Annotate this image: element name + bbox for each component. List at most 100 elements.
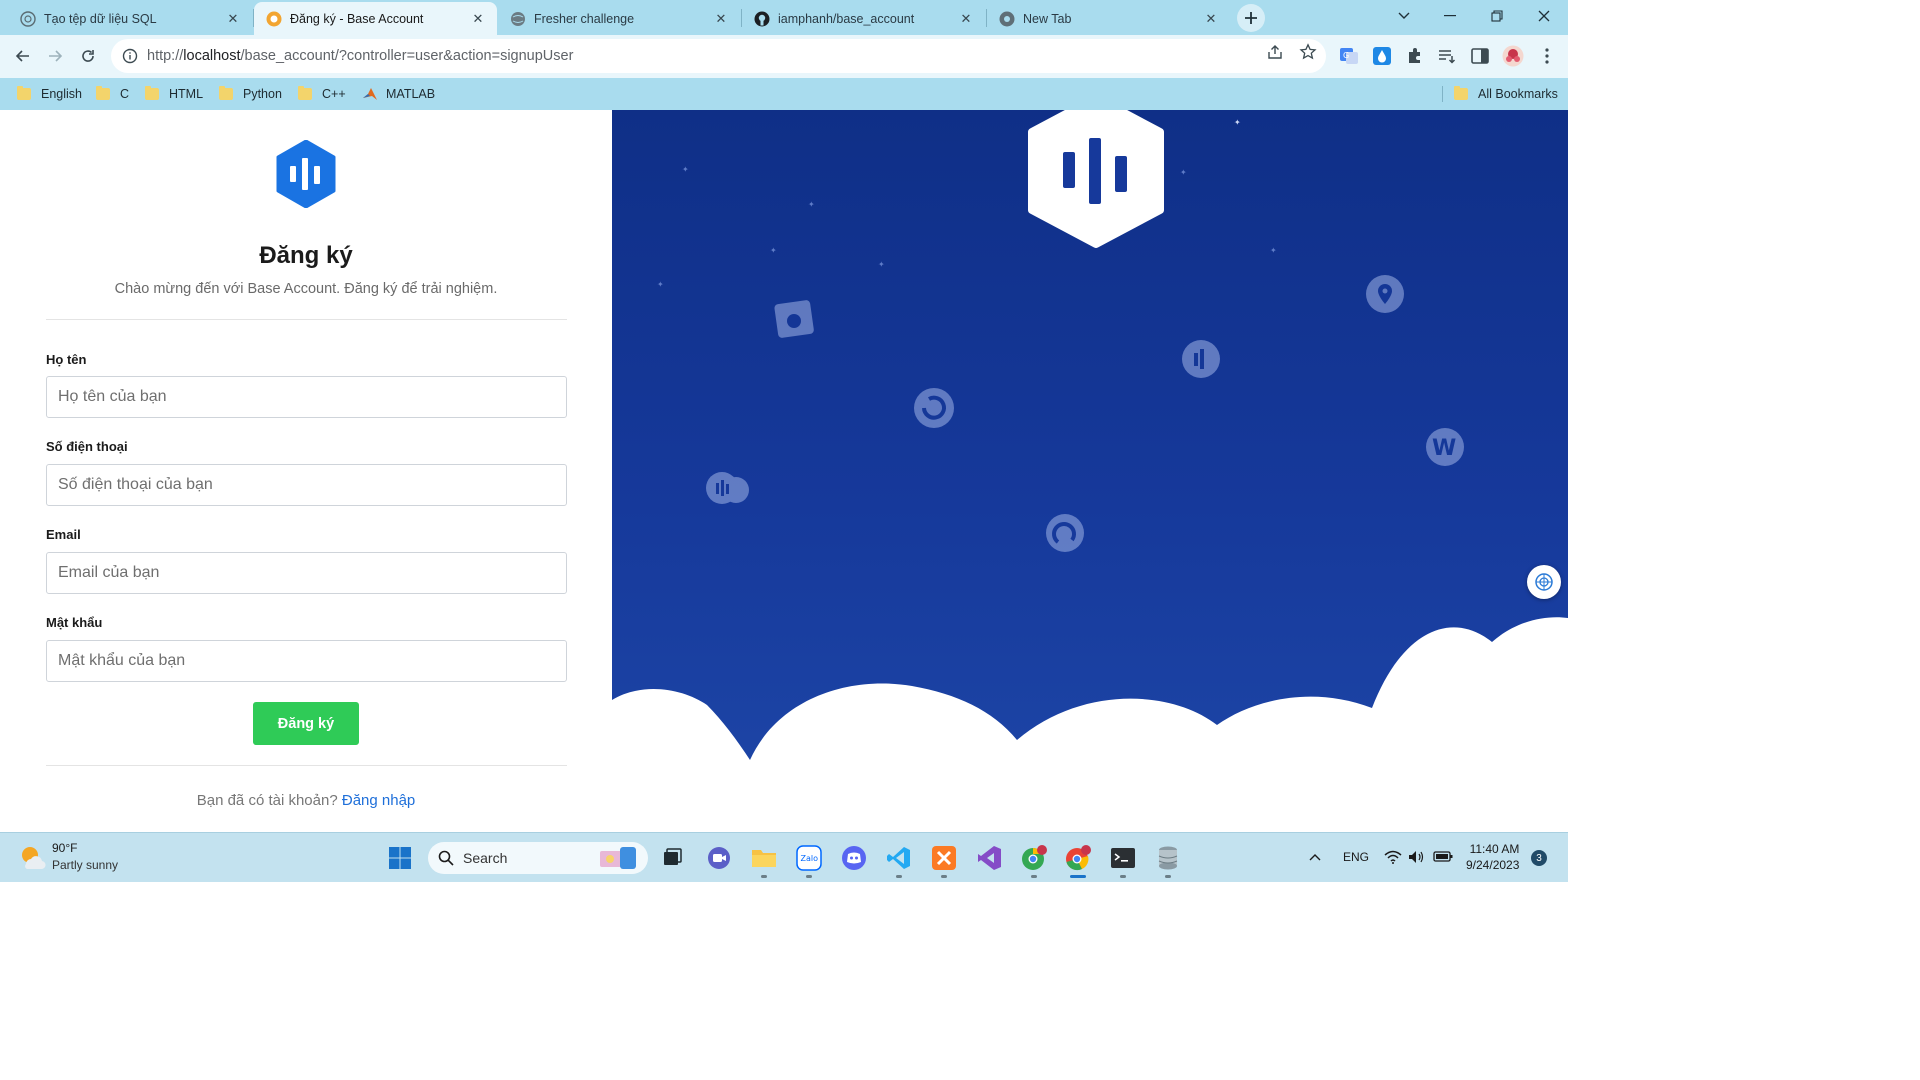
minimize-button[interactable] bbox=[1427, 0, 1473, 32]
address-bar[interactable]: http://localhost/base_account/?controlle… bbox=[111, 39, 1326, 73]
close-icon[interactable]: ✕ bbox=[469, 10, 487, 28]
phone-label: Số điện thoại bbox=[46, 439, 128, 454]
fullname-input[interactable] bbox=[46, 376, 567, 418]
plus-icon bbox=[1245, 12, 1257, 24]
tab-base-account[interactable]: Đăng ký - Base Account ✕ bbox=[254, 2, 497, 35]
folder-icon bbox=[298, 86, 312, 100]
back-button[interactable] bbox=[8, 41, 38, 71]
wifi-icon[interactable] bbox=[1384, 850, 1402, 864]
kebab-menu-icon[interactable] bbox=[1537, 46, 1557, 66]
clock-date: 9/24/2023 bbox=[1466, 858, 1520, 872]
chatgpt-icon bbox=[20, 10, 36, 27]
chrome-profile-button[interactable] bbox=[1019, 843, 1049, 878]
password-input[interactable] bbox=[46, 640, 567, 682]
bookmark-python[interactable]: Python bbox=[219, 84, 282, 104]
file-explorer-button[interactable] bbox=[749, 843, 779, 878]
database-icon bbox=[1158, 846, 1178, 870]
chrome-icon bbox=[999, 11, 1015, 26]
chatgpt-icon bbox=[1535, 573, 1553, 591]
visual-studio-icon bbox=[978, 846, 1001, 870]
tab-title: New Tab bbox=[1023, 11, 1072, 26]
close-icon[interactable]: ✕ bbox=[224, 10, 242, 28]
tab-title: Tạo tệp dữ liệu SQL bbox=[44, 11, 157, 26]
xampp-button[interactable] bbox=[929, 843, 959, 878]
taskbar: 90°F Partly sunny Search Zalo ENG 11:40 … bbox=[0, 832, 1568, 882]
bookmark-cpp[interactable]: C++ bbox=[298, 84, 346, 104]
chrome-active-button[interactable] bbox=[1063, 843, 1093, 878]
discord-button[interactable] bbox=[839, 843, 869, 873]
login-prompt: Bạn đã có tài khoản? Đăng nhập bbox=[196, 792, 416, 809]
language-indicator[interactable]: ENG bbox=[1343, 850, 1369, 864]
browser-toolbar: http://localhost/base_account/?controlle… bbox=[0, 35, 1568, 78]
chevron-up-icon[interactable] bbox=[1309, 853, 1321, 861]
bookmark-c[interactable]: C bbox=[96, 84, 129, 104]
weather-temp: 90°F bbox=[52, 841, 78, 855]
visual-studio-button[interactable] bbox=[974, 843, 1004, 873]
chrome-icon bbox=[1066, 845, 1091, 871]
ai-assistant-button[interactable] bbox=[1527, 565, 1561, 599]
email-input[interactable] bbox=[46, 552, 567, 594]
tab-fresher[interactable]: Fresher challenge ✕ bbox=[498, 2, 740, 35]
new-tab-button[interactable] bbox=[1237, 4, 1265, 32]
share-icon[interactable] bbox=[1266, 43, 1284, 61]
tab-sql[interactable]: Tạo tệp dữ liệu SQL ✕ bbox=[8, 2, 252, 35]
close-window-button[interactable] bbox=[1521, 0, 1567, 32]
all-bookmarks[interactable]: All Bookmarks bbox=[1454, 84, 1558, 104]
terminal-button[interactable] bbox=[1108, 843, 1138, 878]
chevron-down-icon bbox=[1398, 12, 1410, 19]
base-icon bbox=[266, 11, 282, 26]
teams-button[interactable] bbox=[704, 843, 734, 873]
teams-icon bbox=[708, 847, 730, 869]
sidepanel-icon[interactable] bbox=[1470, 46, 1490, 66]
volume-icon[interactable] bbox=[1408, 850, 1424, 864]
tab-github[interactable]: iamphanh/base_account ✕ bbox=[742, 2, 985, 35]
star-icon[interactable] bbox=[1299, 43, 1317, 61]
forward-button[interactable] bbox=[40, 41, 70, 71]
vscode-button[interactable] bbox=[884, 843, 914, 878]
folder-icon bbox=[1454, 86, 1468, 100]
reload-button[interactable] bbox=[73, 41, 103, 71]
close-icon[interactable]: ✕ bbox=[712, 10, 730, 28]
url-text: http://localhost/base_account/?controlle… bbox=[147, 48, 574, 64]
task-view-button[interactable] bbox=[657, 843, 687, 873]
battery-icon[interactable] bbox=[1433, 850, 1453, 863]
close-icon[interactable]: ✕ bbox=[1202, 10, 1220, 28]
task-view-icon bbox=[664, 848, 682, 865]
minimize-icon bbox=[1444, 15, 1456, 17]
signup-panel: Đăng ký Chào mừng đến với Base Account. … bbox=[0, 110, 612, 832]
tab-title: Đăng ký - Base Account bbox=[290, 11, 424, 26]
camera-icon bbox=[774, 300, 814, 338]
bookmark-html[interactable]: HTML bbox=[145, 84, 203, 104]
notification-badge[interactable]: 3 bbox=[1531, 850, 1547, 866]
svg-text:Zalo: Zalo bbox=[801, 854, 819, 863]
zalo-button[interactable]: Zalo bbox=[794, 843, 824, 878]
tab-search-button[interactable] bbox=[1381, 0, 1427, 32]
bookmark-matlab[interactable]: MATLAB bbox=[362, 84, 435, 104]
partly-sunny-icon bbox=[22, 846, 46, 869]
clock[interactable]: 11:40 AM 9/24/2023 bbox=[1466, 841, 1519, 873]
tab-new[interactable]: New Tab ✕ bbox=[987, 2, 1230, 35]
database-button[interactable] bbox=[1153, 843, 1183, 878]
taskbar-search[interactable]: Search bbox=[428, 842, 648, 874]
star-icon: ✦ bbox=[1180, 168, 1187, 177]
svg-text:W: W bbox=[1432, 436, 1456, 461]
loop-bubble-icon bbox=[1046, 514, 1084, 552]
dropper-extension-icon[interactable] bbox=[1372, 46, 1392, 66]
start-button[interactable] bbox=[385, 843, 415, 873]
page-content: Đăng ký Chào mừng đến với Base Account. … bbox=[0, 110, 1568, 832]
signup-button[interactable]: Đăng ký bbox=[253, 702, 359, 745]
puzzle-icon[interactable] bbox=[1405, 46, 1425, 66]
info-icon[interactable] bbox=[122, 48, 138, 64]
login-link[interactable]: Đăng nhập bbox=[342, 792, 415, 809]
base-logo-icon bbox=[276, 140, 336, 208]
restore-button[interactable] bbox=[1474, 0, 1520, 32]
close-icon[interactable]: ✕ bbox=[957, 10, 975, 28]
weather-widget[interactable]: 90°F Partly sunny bbox=[18, 841, 118, 872]
reading-list-icon[interactable] bbox=[1437, 46, 1457, 66]
bookmark-english[interactable]: English bbox=[17, 84, 82, 104]
avatar[interactable] bbox=[1502, 45, 1524, 67]
svg-text:G: G bbox=[1343, 51, 1349, 60]
phone-input[interactable] bbox=[46, 464, 567, 506]
divider bbox=[46, 319, 567, 320]
translate-icon[interactable]: G bbox=[1339, 46, 1359, 66]
